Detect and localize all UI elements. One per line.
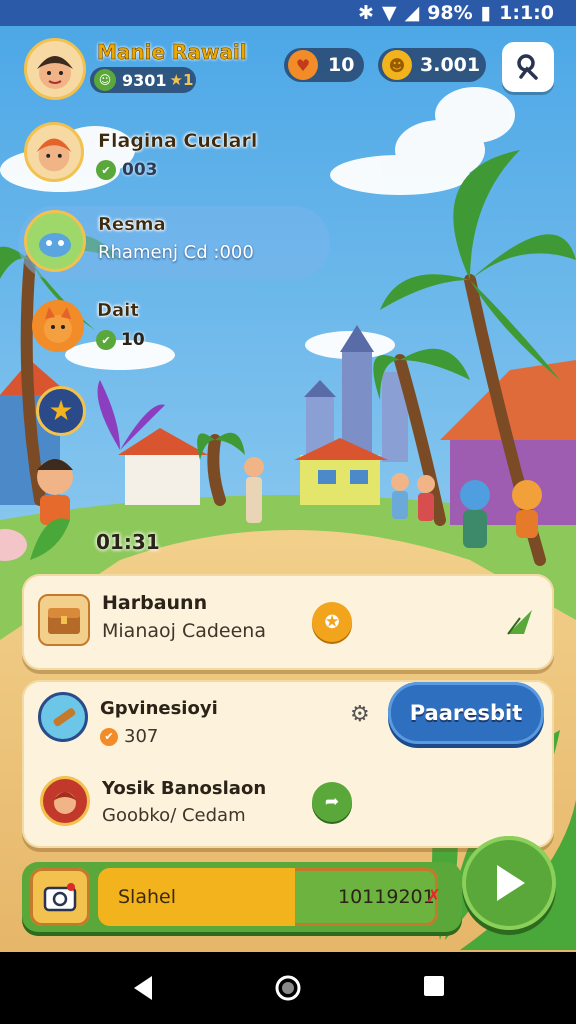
gold-counter[interactable]: ☻ 3.001 (378, 48, 486, 82)
friend-score-3: ✔ 10 (96, 330, 145, 350)
camera-button[interactable] (30, 868, 90, 926)
badge-icon: ✪ (324, 611, 340, 633)
settings-gear-icon[interactable]: ⚙ (350, 702, 370, 727)
timer: 01:31 (96, 530, 160, 554)
creature-face-icon (39, 233, 71, 257)
check-icon: ✔ (100, 727, 118, 746)
friend-name-3: Dait (97, 300, 139, 321)
leaf-icon: ✔ (96, 330, 116, 350)
hearts-value: 10 (328, 54, 355, 76)
progress-label: Slahel (118, 886, 176, 908)
recents-button[interactable] (422, 974, 446, 1002)
quest-arrow-icon[interactable] (502, 604, 538, 640)
play-icon (497, 865, 525, 901)
item-icon-2 (40, 776, 90, 826)
clock: 1:1:0 (499, 2, 554, 24)
game-scene: ✱ ▼ ◢ 98% ▮ 1:1:0 Manie Rawail ☺ 9301 ★1… (0, 0, 576, 1024)
user-key-icon (517, 54, 538, 80)
signal-icon: ◢ (404, 2, 420, 24)
hearts-counter[interactable]: ♥ 10 (284, 48, 364, 82)
action-button[interactable]: Paaresbit (388, 682, 544, 744)
friend-avatar-2[interactable] (24, 210, 86, 272)
player-name: Manie Rawail (97, 40, 247, 65)
quest-claim-button[interactable]: ✪ (312, 602, 352, 642)
system-nav-bar (0, 952, 576, 1024)
friend-sub-2: Rhamenj Cd :000 (98, 242, 254, 263)
friend-face-icon (36, 138, 72, 172)
home-circle-icon (275, 975, 301, 1001)
gold-value: 3.001 (420, 54, 481, 76)
status-bar: ✱ ▼ ◢ 98% ▮ 1:1:0 (0, 0, 576, 26)
item-subtitle-2: Goobko/ Cedam (102, 805, 246, 826)
battery-icon: ▮ (480, 2, 492, 24)
share-icon: ➦ (324, 792, 340, 812)
photo-icon (43, 883, 77, 912)
fox-face-icon (44, 307, 72, 343)
star-icon: ★ (48, 394, 74, 427)
status-icons: ✱ ▼ ◢ 98% ▮ 1:1:0 (358, 2, 554, 24)
progress-value: 10119201 (338, 886, 435, 908)
play-button[interactable] (462, 836, 556, 930)
player-star: ★1 (169, 71, 194, 89)
battery-percent: 98% (427, 2, 473, 24)
back-triangle-icon (134, 976, 152, 1000)
friend-name-1: Flagina Cuclarl (98, 130, 258, 152)
gold-coin-icon: ☻ (382, 50, 412, 80)
friend-score-1: ✔ 003 (96, 160, 158, 180)
back-button[interactable] (130, 974, 156, 1006)
player-level-pill: ☺ 9301 ★1 (90, 67, 196, 93)
item-icon-1 (38, 692, 88, 742)
leaf-icon: ✔ (96, 160, 116, 180)
achievement-badge[interactable]: ★ (36, 386, 86, 436)
recents-square-icon (424, 976, 444, 996)
quest-subtitle: Mianaoj Cadeena (102, 620, 266, 642)
home-button[interactable] (274, 974, 302, 1006)
heart-coin-icon: ♥ (288, 50, 318, 80)
item-title-1: Gpvinesioyi (100, 698, 218, 719)
profile-button[interactable] (502, 42, 554, 92)
friend-avatar-1[interactable] (24, 122, 84, 182)
settings-icon: ✱ (358, 2, 374, 24)
item-title-2: Yosik Banoslaon (102, 778, 267, 799)
quest-title: Harbaunn (102, 592, 208, 614)
gem-icon: ☺ (94, 69, 116, 91)
player-level: 9301 (122, 70, 167, 90)
flag-icon: ✗ (426, 886, 442, 907)
player-face-icon (37, 56, 73, 89)
friend-name-2: Resma (98, 214, 166, 235)
player-avatar[interactable] (24, 38, 86, 100)
wifi-icon: ▼ (381, 2, 397, 24)
chest-icon (38, 594, 90, 646)
item-value-1: ✔ 307 (100, 726, 158, 747)
friend-avatar-3[interactable] (32, 300, 84, 352)
item-action-button-2[interactable]: ➦ (312, 782, 352, 822)
